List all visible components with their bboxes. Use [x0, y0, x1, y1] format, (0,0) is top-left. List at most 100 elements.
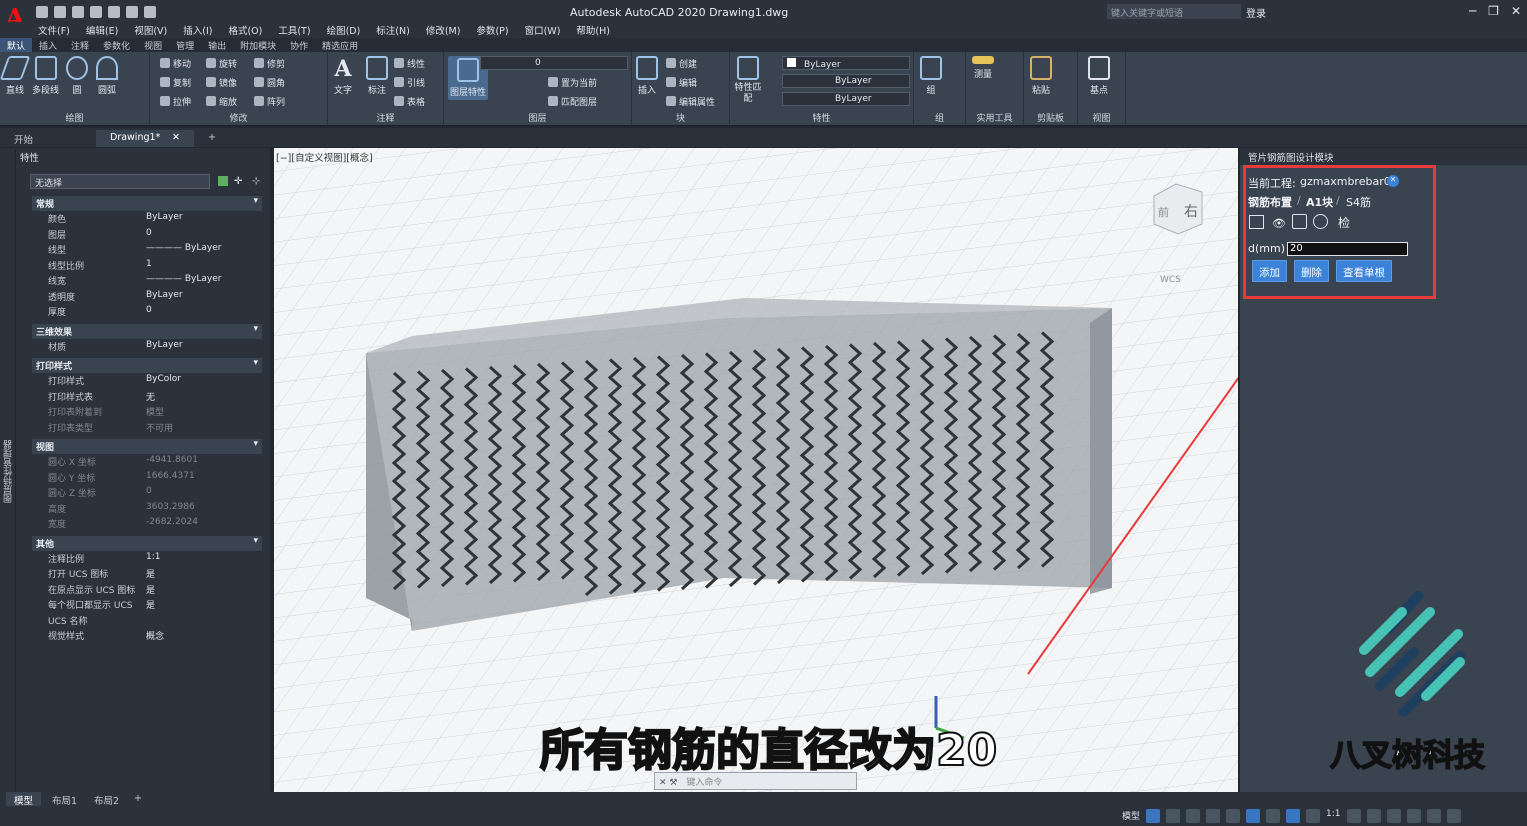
text-button[interactable]: A 文字	[334, 56, 352, 96]
selection-dropdown[interactable]: 无选择	[30, 174, 210, 189]
undo-icon[interactable]	[126, 6, 138, 18]
property-value[interactable]: 0	[146, 305, 152, 320]
wcs-label[interactable]: WCS	[1160, 275, 1181, 285]
menu-help[interactable]: 帮助(H)	[576, 23, 610, 37]
model-space-label[interactable]: 模型	[1122, 809, 1140, 823]
property-row[interactable]: 打印表类型 不可用	[32, 421, 262, 436]
create-block-button[interactable]: 创建	[666, 57, 697, 70]
property-section-header[interactable]: 视图	[32, 439, 262, 454]
close-icon[interactable]: ✕	[1511, 4, 1521, 18]
property-row[interactable]: 厚度 0	[32, 305, 262, 320]
annotation-scale-value[interactable]: 1:1	[1326, 809, 1340, 823]
menu-modify[interactable]: 修改(M)	[426, 23, 461, 37]
close-tab-icon[interactable]: ✕	[172, 132, 180, 143]
lineweight-dropdown[interactable]: ByLayer	[782, 92, 910, 106]
layout-tab-layout2[interactable]: 布局2	[86, 792, 127, 807]
trim-button[interactable]: 修剪	[254, 57, 285, 70]
property-row[interactable]: 颜色 ByLayer	[32, 212, 262, 227]
target-icon[interactable]	[1313, 214, 1328, 229]
annotation-visibility-icon[interactable]	[1286, 809, 1301, 823]
hardware-acceleration-icon[interactable]	[1406, 809, 1421, 823]
property-value[interactable]: 0	[146, 228, 152, 243]
property-section-header[interactable]: 其他	[32, 535, 262, 551]
add-layout-icon[interactable]: +	[126, 792, 150, 806]
pickadd-icon[interactable]: ⊹	[252, 176, 260, 187]
stretch-button[interactable]: 拉伸	[160, 95, 191, 108]
property-row[interactable]: 圆心 Y 坐标 1666.4371	[32, 471, 262, 486]
frame-icon[interactable]	[1292, 214, 1307, 229]
fillet-button[interactable]: 圆角	[254, 76, 285, 89]
match-properties-button[interactable]: 特性匹配	[734, 56, 762, 105]
property-row[interactable]: 线型 ———— ByLayer	[32, 243, 262, 258]
property-row[interactable]: 宽度 -2682.2024	[32, 517, 262, 532]
tab-featured-apps[interactable]: 精选应用	[315, 38, 365, 52]
check-button[interactable]: 检	[1338, 214, 1350, 231]
polyline-button[interactable]: 多段线	[32, 56, 59, 96]
edit-attributes-button[interactable]: 编辑属性	[666, 95, 715, 108]
property-value[interactable]: 是	[146, 567, 155, 582]
tab-annotate[interactable]: 注释	[64, 38, 96, 52]
eye-icon[interactable]: 👁	[1272, 217, 1286, 230]
minimize-icon[interactable]: ─	[1469, 4, 1476, 18]
property-value[interactable]: ByLayer	[146, 290, 183, 305]
drawing-viewport[interactable]: 右 前 WCS [−][自定义视图][概念]	[274, 148, 1238, 792]
command-close-icon[interactable]: ✕ ⚒	[659, 778, 677, 788]
annotation-scale-icon[interactable]	[1306, 809, 1321, 823]
property-row[interactable]: 打开 UCS 图标 是	[32, 567, 262, 582]
group-button[interactable]: 组	[920, 56, 942, 96]
add-button[interactable]: 添加	[1252, 260, 1287, 282]
menu-dimension[interactable]: 标注(N)	[376, 23, 410, 37]
isodraft-toggle-icon[interactable]	[1226, 809, 1241, 823]
scale-button[interactable]: 缩放	[206, 95, 237, 108]
grid-toggle-icon[interactable]	[1146, 809, 1161, 823]
color-dropdown[interactable]: ByLayer	[782, 56, 910, 70]
table-button[interactable]: 表格	[394, 95, 425, 108]
base-view-button[interactable]: 基点	[1088, 56, 1110, 96]
redo-icon[interactable]	[144, 6, 156, 18]
login-area[interactable]: 登录	[1246, 5, 1266, 20]
menu-insert[interactable]: 插入(I)	[183, 23, 212, 37]
tab-collaborate[interactable]: 协作	[283, 38, 315, 52]
property-row[interactable]: 视觉样式 概念	[32, 629, 262, 644]
property-row[interactable]: 线型比例 1	[32, 259, 262, 274]
property-row[interactable]: 打印样式 ByColor	[32, 374, 262, 389]
dimension-button[interactable]: 标注	[366, 56, 388, 96]
menu-edit[interactable]: 编辑(E)	[86, 23, 118, 37]
doc-tab-drawing1[interactable]: Drawing1* ✕	[96, 130, 194, 147]
command-input[interactable]: 键入命令	[686, 778, 722, 788]
polar-toggle-icon[interactable]	[1206, 809, 1221, 823]
tab-addins[interactable]: 附加模块	[233, 38, 283, 52]
menu-window[interactable]: 窗口(W)	[525, 23, 561, 37]
customization-menu-icon[interactable]	[1446, 809, 1461, 823]
property-row[interactable]: 打印样式表 无	[32, 390, 262, 405]
insert-button[interactable]: 插入	[636, 56, 658, 96]
property-row[interactable]: 材质 ByLayer	[32, 340, 262, 355]
tab-output[interactable]: 输出	[201, 38, 233, 52]
tab-default[interactable]: 默认	[0, 38, 33, 52]
new-file-icon[interactable]	[36, 6, 48, 18]
property-row[interactable]: 圆心 Z 坐标 0	[32, 486, 262, 501]
search-input[interactable]: 键入关键字或短语	[1107, 4, 1241, 19]
ortho-toggle-icon[interactable]	[1186, 809, 1201, 823]
property-row[interactable]: 高度 3603.2986	[32, 502, 262, 517]
line-button[interactable]: 直线	[0, 56, 31, 96]
menu-tools[interactable]: 工具(T)	[278, 23, 310, 37]
property-value[interactable]: 是	[146, 598, 155, 613]
menu-format[interactable]: 格式(O)	[228, 23, 262, 37]
tab-insert[interactable]: 插入	[32, 38, 64, 52]
property-section-header[interactable]: 三维效果	[32, 323, 262, 339]
new-tab-icon[interactable]: +	[194, 130, 230, 147]
property-row[interactable]: 注释比例 1:1	[32, 552, 262, 567]
layer-dropdown[interactable]: 0	[480, 56, 628, 70]
layout-tab-layout1[interactable]: 布局1	[44, 792, 85, 807]
property-row[interactable]: 在原点显示 UCS 图标是	[32, 583, 262, 598]
arc-button[interactable]: 圆弧	[96, 56, 118, 96]
tab-parametric[interactable]: 参数化	[96, 38, 137, 52]
delete-button[interactable]: 删除	[1294, 260, 1329, 282]
menu-view[interactable]: 视图(V)	[134, 23, 167, 37]
view-single-button[interactable]: 查看单根	[1336, 260, 1392, 282]
property-section-header[interactable]: 打印样式	[32, 358, 262, 373]
workspace-gear-icon[interactable]	[1346, 809, 1361, 823]
isolate-objects-icon[interactable]	[1386, 809, 1401, 823]
linear-button[interactable]: 线性	[394, 57, 425, 70]
